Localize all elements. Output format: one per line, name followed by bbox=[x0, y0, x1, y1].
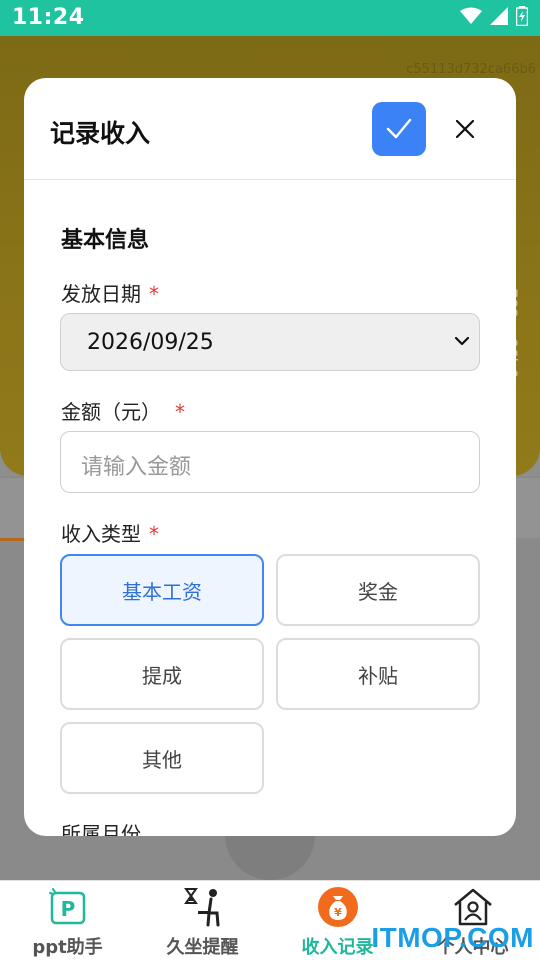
modal-header: 记录收入 bbox=[24, 78, 516, 180]
type-option-other[interactable]: 其他 bbox=[60, 722, 264, 794]
tab-label: 久坐提醒 bbox=[166, 937, 239, 958]
date-value: 2026/09/25 bbox=[87, 330, 214, 355]
chevron-down-icon bbox=[455, 336, 469, 346]
money-bag-icon: ¥ bbox=[318, 887, 358, 927]
month-label: 所属月份 bbox=[61, 822, 141, 836]
type-option-bonus[interactable]: 奖金 bbox=[276, 554, 480, 626]
watermark-left: 782ca66b6 bbox=[22, 576, 41, 666]
type-label-row: 收入类型 * bbox=[61, 518, 159, 547]
amount-input[interactable]: 请输入金额 bbox=[60, 431, 480, 493]
date-label-row: 发放日期 * bbox=[61, 278, 159, 307]
close-button[interactable] bbox=[446, 110, 484, 148]
type-option-allowance[interactable]: 补贴 bbox=[276, 638, 480, 710]
type-option-commission[interactable]: 提成 bbox=[60, 638, 264, 710]
required-mark: * bbox=[175, 400, 185, 424]
tab-label: ppt助手 bbox=[32, 937, 103, 958]
brand-watermark: ITMOP.COM bbox=[371, 922, 534, 953]
svg-text:P: P bbox=[61, 897, 76, 921]
type-option-basic-salary[interactable]: 基本工资 bbox=[60, 554, 264, 626]
close-icon bbox=[456, 120, 474, 138]
date-select[interactable]: 2026/09/25 bbox=[60, 313, 480, 371]
ppt-icon: P bbox=[49, 888, 86, 925]
background-hash-text: c55113d732ca66b6 bbox=[406, 62, 536, 77]
date-label: 发放日期 bbox=[61, 282, 141, 306]
amount-label-row: 金额（元） * bbox=[61, 396, 185, 425]
amount-placeholder: 请输入金额 bbox=[81, 455, 192, 480]
tab-ppt-assistant[interactable]: P ppt助手 bbox=[0, 881, 135, 960]
confirm-button[interactable] bbox=[372, 102, 426, 156]
sitting-hourglass-icon bbox=[184, 888, 220, 927]
required-mark: * bbox=[149, 522, 159, 546]
status-bar: 11:24 bbox=[0, 0, 540, 36]
signal-icon bbox=[490, 7, 508, 25]
status-time: 11:24 bbox=[12, 5, 85, 30]
section-title-basic-info: 基本信息 bbox=[61, 228, 150, 253]
amount-label: 金额（元） bbox=[61, 400, 161, 424]
svg-text:¥: ¥ bbox=[334, 906, 342, 919]
status-icons bbox=[460, 6, 528, 26]
watermark-right: 782ca66b6 bbox=[502, 288, 521, 378]
wifi-icon bbox=[460, 7, 482, 24]
check-icon bbox=[386, 118, 412, 139]
income-record-modal: 记录收入 基本信息 发放日期 * 2026/09/25 金额（元） * 请输入金额 … bbox=[24, 78, 516, 836]
tab-sitting-reminder[interactable]: 久坐提醒 bbox=[135, 881, 270, 960]
modal-title: 记录收入 bbox=[50, 119, 151, 148]
battery-icon bbox=[516, 6, 528, 26]
home-user-icon bbox=[454, 888, 492, 926]
required-mark: * bbox=[149, 282, 159, 306]
type-label: 收入类型 bbox=[61, 522, 141, 546]
